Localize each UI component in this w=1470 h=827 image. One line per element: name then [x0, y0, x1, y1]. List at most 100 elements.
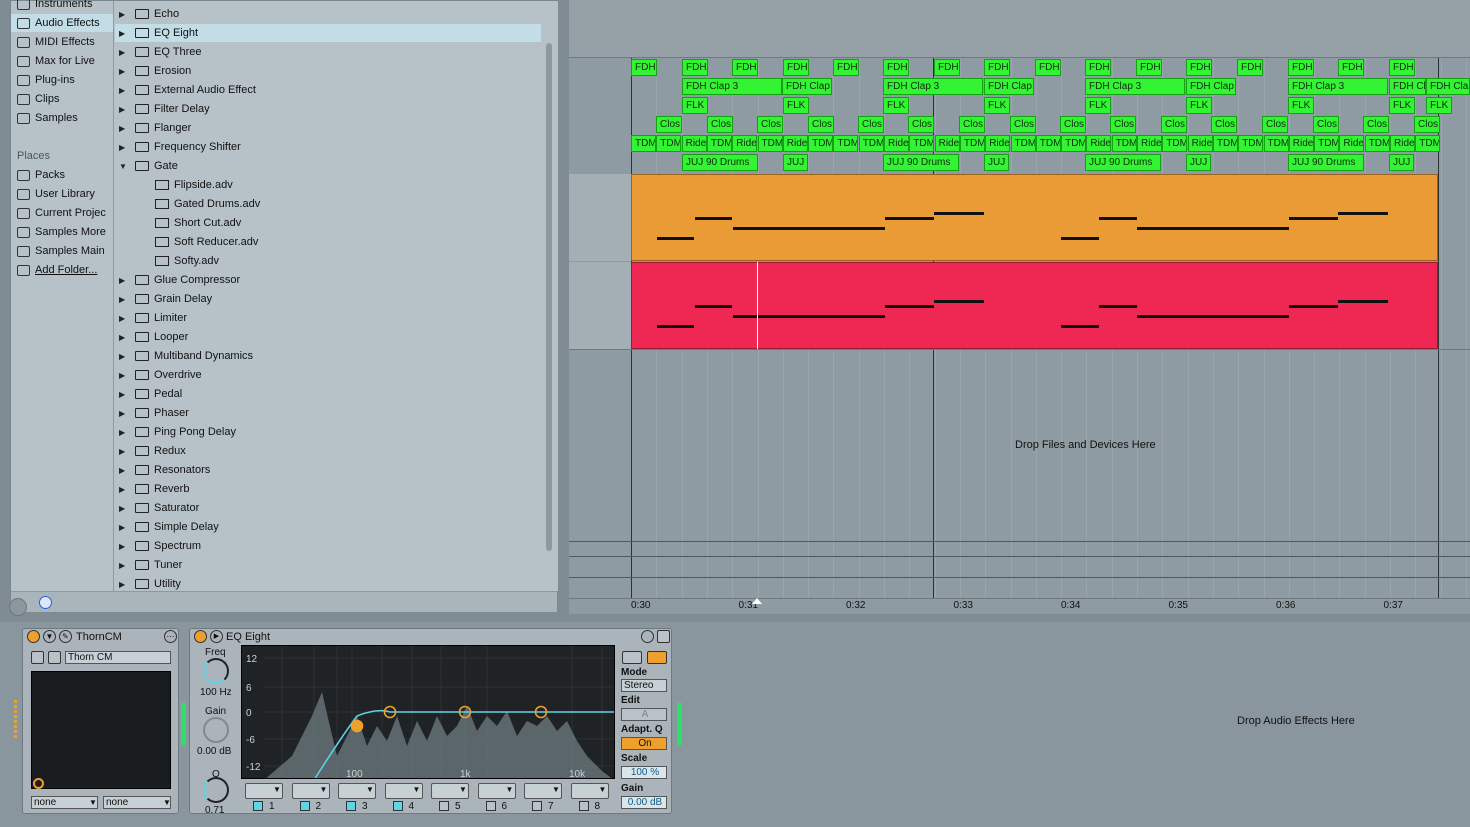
device-folder-item[interactable]: ▶ Reverb	[115, 480, 545, 498]
midi-clip[interactable]: FDH	[732, 59, 758, 76]
freq-value[interactable]: 100 Hz	[200, 687, 232, 698]
midi-clip[interactable]: TDM	[631, 135, 656, 152]
gain-knob[interactable]	[203, 717, 229, 743]
midi-clip[interactable]: Clos	[1211, 116, 1237, 133]
category-audio-effects[interactable]: Audio Effects	[11, 14, 113, 32]
midi-clip[interactable]: Clos	[656, 116, 682, 133]
midi-clip[interactable]: FLK	[682, 97, 708, 114]
thorn-dropdown-1[interactable]: none	[31, 796, 98, 809]
device-folder-item[interactable]: ▶ Phaser	[115, 404, 545, 422]
category-clips[interactable]: Clips	[11, 90, 113, 108]
chevron-down-icon[interactable]: ▼	[119, 162, 129, 171]
device-folder-item[interactable]: ▶ Echo	[115, 5, 545, 23]
loop-marker-icon[interactable]	[752, 598, 762, 604]
device-folder-item[interactable]: ▶ Tuner	[115, 556, 545, 574]
band-enable-checkbox[interactable]	[392, 801, 403, 811]
eq-spectrum-display[interactable]: 12 6 0 -6 -12 100 1k 10k	[241, 645, 615, 779]
midi-clip[interactable]: Clos	[1313, 116, 1339, 133]
band-enable-checkbox[interactable]	[439, 801, 449, 811]
eq-menu-icon[interactable]	[641, 630, 654, 643]
place-packs[interactable]: Packs	[11, 166, 113, 184]
chevron-right-icon[interactable]: ▶	[119, 390, 129, 399]
adapt-q-toggle[interactable]: On	[621, 737, 667, 750]
thorn-save-icon[interactable]	[48, 651, 61, 664]
midi-clip[interactable]: FLK	[984, 97, 1010, 114]
chevron-right-icon[interactable]: ▶	[119, 409, 129, 418]
device-folder-item[interactable]: ▶ Frequency Shifter	[115, 138, 545, 156]
chevron-right-icon[interactable]: ▶	[119, 333, 129, 342]
midi-clip[interactable]: FDH	[1237, 59, 1263, 76]
browser-scrollbar[interactable]	[546, 43, 552, 551]
midi-clip[interactable]: TDM	[1238, 135, 1264, 152]
scale-value[interactable]: 100 %	[621, 766, 667, 779]
midi-clip[interactable]: FDH	[984, 59, 1010, 76]
midi-clip[interactable]: TDM	[1010, 135, 1036, 152]
gain-value[interactable]: 0.00 dB	[197, 746, 231, 757]
preset-item[interactable]: Short Cut.adv	[115, 214, 545, 232]
category-plug-ins[interactable]: Plug-ins	[11, 71, 113, 89]
thorn-preset-icon[interactable]	[31, 651, 44, 664]
category-max-for-live[interactable]: Max for Live	[11, 52, 113, 70]
chevron-right-icon[interactable]: ▶	[119, 447, 129, 456]
audio-clip-orange[interactable]	[631, 174, 1438, 261]
midi-clip[interactable]: Ride	[1339, 135, 1365, 152]
place-samples-more[interactable]: Samples More	[11, 223, 113, 241]
chevron-right-icon[interactable]: ▶	[119, 48, 129, 57]
device-folder-item[interactable]: ▶ Looper	[115, 328, 545, 346]
category-instruments[interactable]: Instruments	[11, 0, 113, 13]
device-folder-item[interactable]: ▶ EQ Three	[115, 43, 545, 61]
midi-clip[interactable]: TDM	[1364, 135, 1390, 152]
output-gain-value[interactable]: 0.00 dB	[621, 796, 667, 809]
thorn-menu-icon[interactable]: ⋯	[164, 630, 177, 643]
midi-clip[interactable]: JUJ 90 Drums	[1288, 154, 1364, 171]
midi-clip[interactable]: Ride	[782, 135, 808, 152]
midi-clip[interactable]: TDM	[1162, 135, 1188, 152]
midi-clip[interactable]: TDM	[1111, 135, 1137, 152]
device-folder-item[interactable]: ▶ Redux	[115, 442, 545, 460]
midi-clip[interactable]: FDH	[1186, 59, 1212, 76]
midi-clip[interactable]: FDH	[783, 59, 809, 76]
midi-clip[interactable]: Clos	[707, 116, 733, 133]
midi-clip[interactable]: FDH	[1085, 59, 1111, 76]
band-enable-checkbox[interactable]	[578, 801, 589, 811]
preset-item[interactable]: Soft Reducer.adv	[115, 233, 545, 251]
device-folder-item[interactable]: ▶ Ping Pong Delay	[115, 423, 545, 441]
eq-save-icon[interactable]	[657, 630, 670, 643]
midi-clip[interactable]: FDH Clap 3	[682, 78, 782, 95]
thorn-power-button[interactable]	[27, 630, 40, 643]
midi-clip[interactable]: TDM	[909, 135, 935, 152]
midi-clip[interactable]: TDM	[1061, 135, 1087, 152]
midi-clip[interactable]: Ride	[985, 135, 1011, 152]
midi-clip[interactable]: FLK	[1186, 97, 1212, 114]
midi-clip[interactable]: Clos	[1161, 116, 1187, 133]
preset-item[interactable]: Flipside.adv	[115, 176, 545, 194]
midi-clip[interactable]: FLK	[1085, 97, 1111, 114]
audio-clip-red[interactable]	[631, 262, 1438, 349]
midi-clip[interactable]: Clos	[908, 116, 934, 133]
chevron-right-icon[interactable]: ▶	[119, 105, 129, 114]
device-folder-item[interactable]: ▶ Filter Delay	[115, 100, 545, 118]
device-folder-item[interactable]: ▼ Gate	[115, 157, 545, 175]
midi-clip[interactable]: JUJ	[783, 154, 808, 171]
thorn-wrench-icon[interactable]: ✎	[59, 630, 72, 643]
device-folder-item[interactable]: ▶ Resonators	[115, 461, 545, 479]
device-folder-item[interactable]: ▶ Utility	[115, 575, 545, 591]
midi-clip[interactable]: TDM	[1415, 135, 1441, 152]
midi-clip[interactable]: TDM	[757, 135, 783, 152]
eq-play-icon[interactable]: ▶	[210, 630, 223, 643]
chevron-right-icon[interactable]: ▶	[119, 124, 129, 133]
device-folder-item[interactable]: ▶ Overdrive	[115, 366, 545, 384]
midi-clip[interactable]: FDH	[1338, 59, 1364, 76]
midi-clip[interactable]: JUJ	[984, 154, 1009, 171]
midi-clip[interactable]: TDM	[656, 135, 682, 152]
preview-icon[interactable]	[39, 596, 52, 609]
midi-clip[interactable]: TDM	[706, 135, 732, 152]
midi-clip[interactable]: Ride	[1390, 135, 1415, 152]
midi-clip[interactable]: Ride	[732, 135, 758, 152]
midi-clip[interactable]: FDH Clap 3	[1085, 78, 1185, 95]
midi-clip[interactable]: TDM	[1314, 135, 1340, 152]
device-folder-item[interactable]: ▶ Simple Delay	[115, 518, 545, 536]
midi-clip[interactable]: FLK	[1426, 97, 1452, 114]
midi-clip[interactable]: Clos	[1060, 116, 1086, 133]
midi-clip[interactable]: FDH Cla	[1426, 78, 1470, 95]
